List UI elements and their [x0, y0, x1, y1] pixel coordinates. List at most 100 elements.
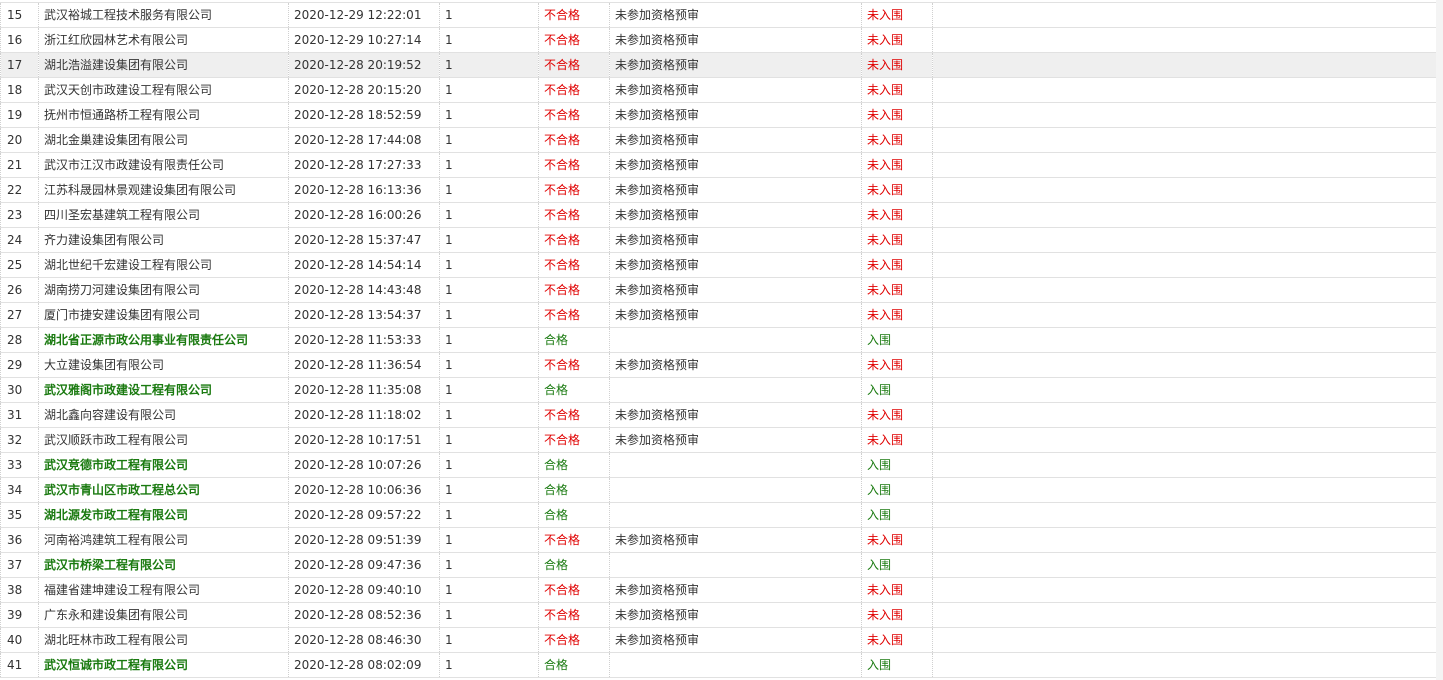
status-cell: 未入围	[861, 27, 933, 53]
table-row: 23 四川圣宏基建筑工程有限公司 2020-12-28 16:00:26 1 不合格 未参…	[0, 202, 1437, 228]
submit-time-cell: 2020-12-28 13:54:37	[288, 302, 440, 328]
count-cell: 1	[439, 452, 539, 478]
status-cell: 未入围	[861, 77, 933, 103]
result-cell: 不合格	[538, 427, 610, 453]
count-cell: 1	[439, 302, 539, 328]
table-row: 33 武汉竞德市政工程有限公司 2020-12-28 10:07:26 1 合格 入围	[0, 452, 1437, 478]
result-cell: 不合格	[538, 202, 610, 228]
status-cell: 未入围	[861, 227, 933, 253]
row-number-cell: 41	[0, 652, 39, 678]
empty-cell	[932, 227, 1437, 253]
submit-time-cell: 2020-12-28 09:51:39	[288, 527, 440, 553]
company-name-cell: 湖北源发市政工程有限公司	[38, 502, 289, 528]
status-cell: 未入围	[861, 252, 933, 278]
submit-time-cell: 2020-12-28 08:52:36	[288, 602, 440, 628]
submit-time-cell: 2020-12-28 18:52:59	[288, 102, 440, 128]
remark-cell: 未参加资格预审	[609, 152, 862, 178]
submit-time-cell: 2020-12-28 15:37:47	[288, 227, 440, 253]
result-cell: 合格	[538, 377, 610, 403]
submit-time-cell: 2020-12-29 10:27:14	[288, 27, 440, 53]
status-cell: 入围	[861, 477, 933, 503]
table-row: 29 大立建设集团有限公司 2020-12-28 11:36:54 1 不合格 未参加资格…	[0, 352, 1437, 378]
status-cell: 未入围	[861, 402, 933, 428]
company-name-cell: 湖北鑫向容建设有限公司	[38, 402, 289, 428]
result-cell: 合格	[538, 652, 610, 678]
submit-time-cell: 2020-12-28 11:36:54	[288, 352, 440, 378]
company-name-cell: 福建省建坤建设工程有限公司	[38, 577, 289, 603]
result-cell: 不合格	[538, 627, 610, 653]
row-number-cell: 27	[0, 302, 39, 328]
table-row: 22 江苏科晟园林景观建设集团有限公司 2020-12-28 16:13:36 1 不合…	[0, 177, 1437, 203]
table-row: 40 湖北旺林市政工程有限公司 2020-12-28 08:46:30 1 不合格 未参加…	[0, 627, 1437, 653]
table-row: 18 武汉天创市政建设工程有限公司 2020-12-28 20:15:20 1 不合格未…	[0, 77, 1437, 103]
status-cell: 入围	[861, 652, 933, 678]
company-name-cell: 江苏科晟园林景观建设集团有限公司	[38, 177, 289, 203]
count-cell: 1	[439, 177, 539, 203]
row-number-cell: 16	[0, 27, 39, 53]
result-cell: 不合格	[538, 527, 610, 553]
status-cell: 未入围	[861, 527, 933, 553]
remark-cell	[609, 477, 862, 503]
submit-time-cell: 2020-12-28 16:13:36	[288, 177, 440, 203]
empty-cell	[932, 427, 1437, 453]
count-cell: 1	[439, 27, 539, 53]
row-number-cell: 35	[0, 502, 39, 528]
company-name-cell: 大立建设集团有限公司	[38, 352, 289, 378]
row-number-cell: 38	[0, 577, 39, 603]
empty-cell	[932, 177, 1437, 203]
company-name-cell: 武汉顺跃市政工程有限公司	[38, 427, 289, 453]
remark-cell: 未参加资格预审	[609, 77, 862, 103]
row-number-cell: 29	[0, 352, 39, 378]
row-number-cell: 21	[0, 152, 39, 178]
table-row: 37 武汉市桥梁工程有限公司 2020-12-28 09:47:36 1 合格 入围	[0, 552, 1437, 578]
vertical-scrollbar[interactable]	[1436, 0, 1443, 680]
remark-cell	[609, 327, 862, 353]
submit-time-cell: 2020-12-28 10:06:36	[288, 477, 440, 503]
table-row: 30 武汉雅阁市政建设工程有限公司 2020-12-28 11:35:08 1 合格 入围	[0, 377, 1437, 403]
company-name-cell: 湖北金巢建设集团有限公司	[38, 127, 289, 153]
count-cell: 1	[439, 227, 539, 253]
count-cell: 1	[439, 352, 539, 378]
row-number-cell: 23	[0, 202, 39, 228]
empty-cell	[932, 277, 1437, 303]
remark-cell: 未参加资格预审	[609, 227, 862, 253]
remark-cell: 未参加资格预审	[609, 102, 862, 128]
empty-cell	[932, 327, 1437, 353]
submit-time-cell: 2020-12-28 09:47:36	[288, 552, 440, 578]
submit-time-cell: 2020-12-28 08:02:09	[288, 652, 440, 678]
remark-cell: 未参加资格预审	[609, 402, 862, 428]
status-cell: 入围	[861, 452, 933, 478]
result-cell: 不合格	[538, 27, 610, 53]
count-cell: 1	[439, 577, 539, 603]
company-name-cell: 河南裕鸿建筑工程有限公司	[38, 527, 289, 553]
table-row: 21 武汉市江汉市政建设有限责任公司 2020-12-28 17:27:33 1 不合格…	[0, 152, 1437, 178]
result-cell: 不合格	[538, 227, 610, 253]
status-cell: 未入围	[861, 2, 933, 28]
status-cell: 未入围	[861, 352, 933, 378]
count-cell: 1	[439, 52, 539, 78]
submit-time-cell: 2020-12-28 17:44:08	[288, 127, 440, 153]
table-row: 20 湖北金巢建设集团有限公司 2020-12-28 17:44:08 1 不合格 未参加…	[0, 127, 1437, 153]
count-cell: 1	[439, 252, 539, 278]
remark-cell: 未参加资格预审	[609, 52, 862, 78]
row-number-cell: 34	[0, 477, 39, 503]
company-name-cell: 湖北旺林市政工程有限公司	[38, 627, 289, 653]
result-cell: 不合格	[538, 2, 610, 28]
status-cell: 入围	[861, 552, 933, 578]
remark-cell: 未参加资格预审	[609, 427, 862, 453]
row-number-cell: 30	[0, 377, 39, 403]
empty-cell	[932, 127, 1437, 153]
submit-time-cell: 2020-12-28 08:46:30	[288, 627, 440, 653]
remark-cell	[609, 652, 862, 678]
row-number-cell: 26	[0, 277, 39, 303]
row-number-cell: 19	[0, 102, 39, 128]
status-cell: 未入围	[861, 602, 933, 628]
row-number-cell: 40	[0, 627, 39, 653]
result-cell: 不合格	[538, 152, 610, 178]
row-number-cell: 24	[0, 227, 39, 253]
count-cell: 1	[439, 2, 539, 28]
table-row: 38 福建省建坤建设工程有限公司 2020-12-28 09:40:10 1 不合格 未参…	[0, 577, 1437, 603]
empty-cell	[932, 152, 1437, 178]
count-cell: 1	[439, 277, 539, 303]
submit-time-cell: 2020-12-28 17:27:33	[288, 152, 440, 178]
